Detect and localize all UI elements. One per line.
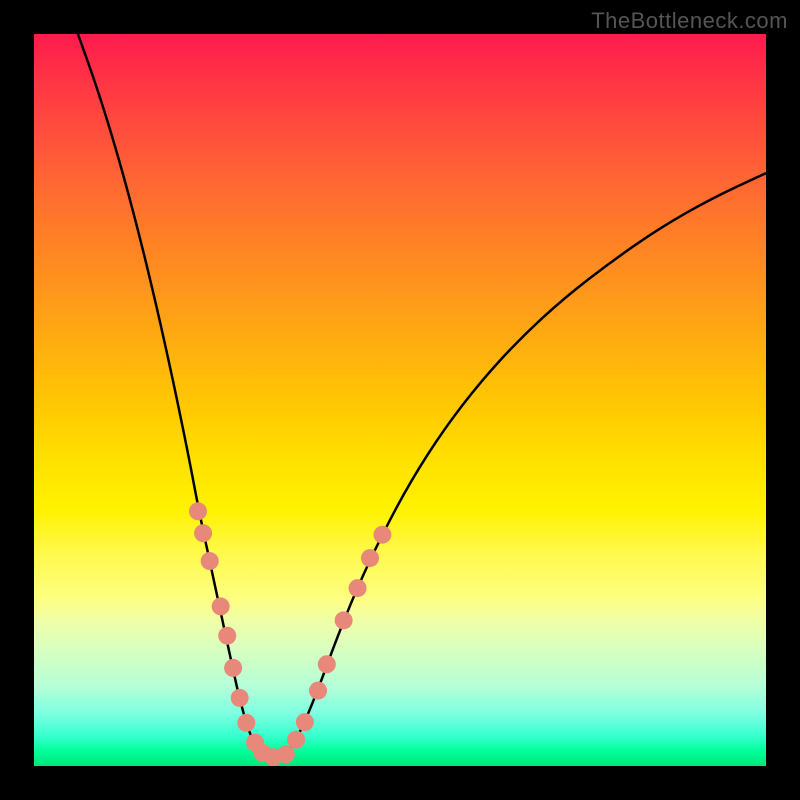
dot	[287, 731, 305, 749]
dot	[218, 627, 236, 645]
dot	[361, 549, 379, 567]
watermark-text: TheBottleneck.com	[591, 8, 788, 34]
dot	[296, 713, 314, 731]
dot	[277, 745, 295, 763]
dot	[309, 682, 327, 700]
highlight-dots	[34, 34, 766, 766]
dot	[335, 611, 353, 629]
dot	[189, 502, 207, 520]
dot	[349, 579, 367, 597]
plot-area	[34, 34, 766, 766]
dot	[373, 526, 391, 544]
dot	[237, 714, 255, 732]
dot	[224, 659, 242, 677]
dot	[194, 524, 212, 542]
dot	[318, 655, 336, 673]
dot	[231, 689, 249, 707]
dot	[212, 597, 230, 615]
dot	[201, 552, 219, 570]
